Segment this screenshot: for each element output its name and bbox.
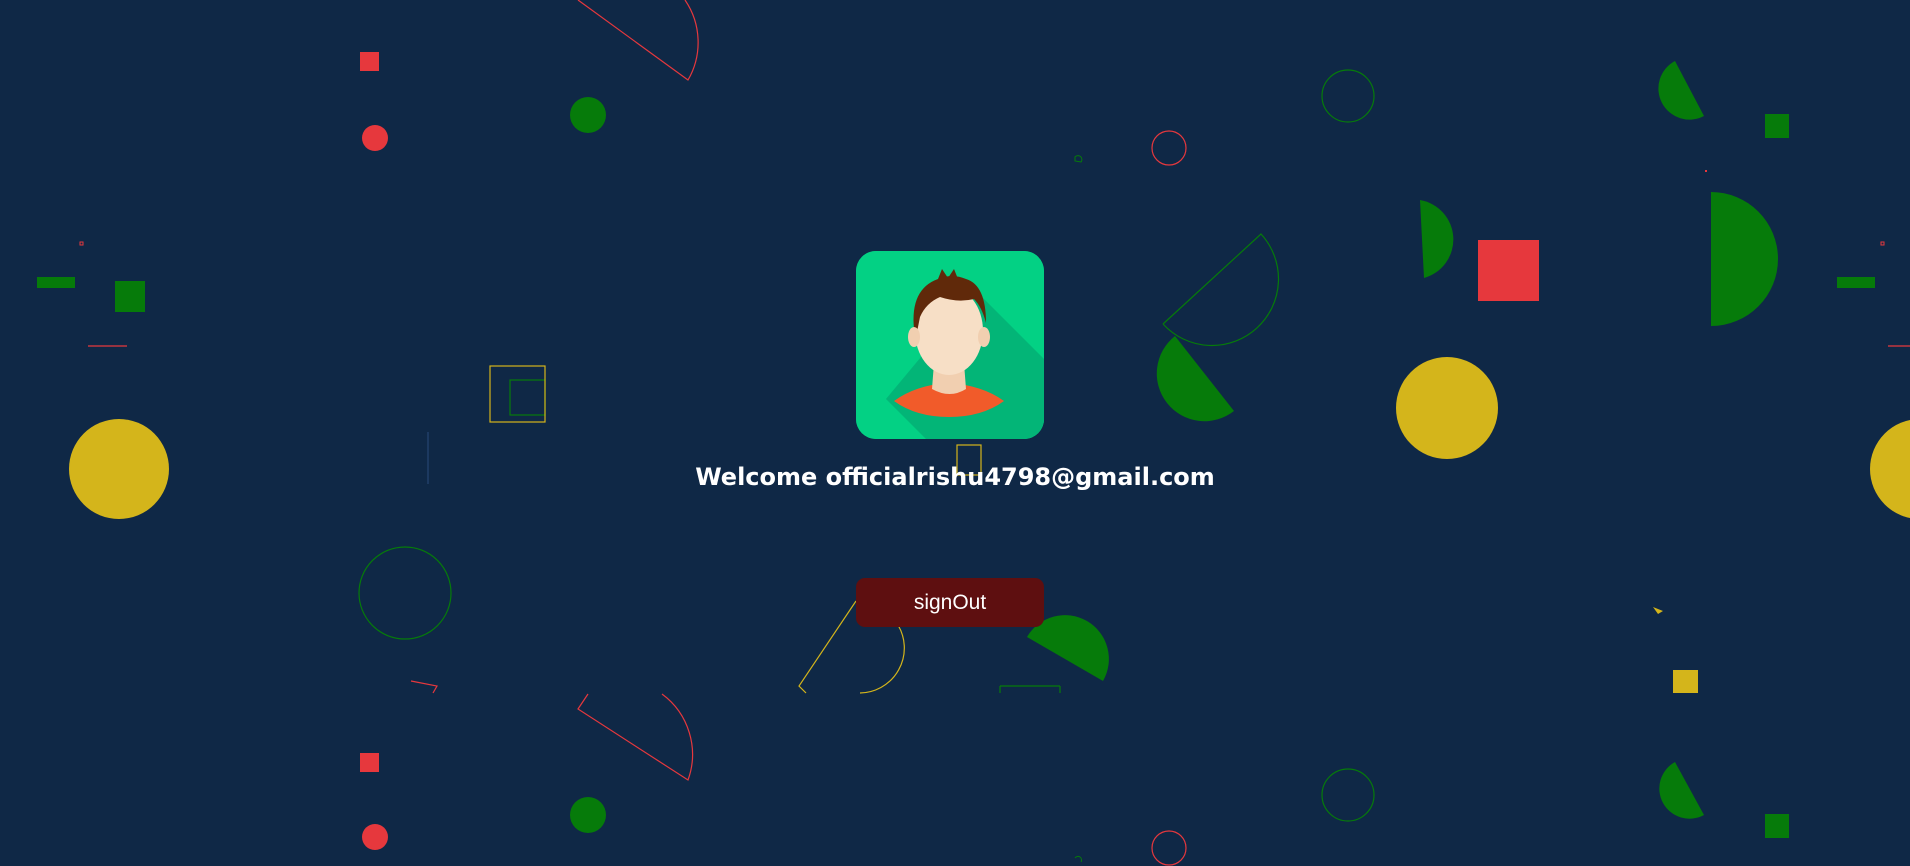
user-email: officialrishu4798@gmail.com	[825, 463, 1215, 491]
yellow-tiny-shape	[1653, 607, 1663, 614]
user-avatar-icon	[856, 251, 1044, 439]
green-ring-shape	[358, 546, 452, 640]
green-halfcircle-shape	[1420, 200, 1454, 278]
green-arc-shape	[1162, 233, 1280, 347]
green-wedge-shape	[1156, 336, 1234, 422]
yellow-square-shape	[1673, 670, 1698, 693]
green-wedge-shape	[1659, 762, 1704, 819]
red-square-shape	[360, 753, 379, 772]
green-bar-shape	[1837, 277, 1875, 288]
green-outline-square-shape	[509, 379, 546, 416]
green-halfcircle-shape	[1711, 192, 1778, 326]
green-wedge-shape	[1658, 61, 1704, 120]
red-arc-shape	[577, 0, 699, 81]
red-dot-shape	[362, 824, 388, 850]
green-ring-shape	[1321, 69, 1375, 123]
yellow-outline-square-shape	[489, 365, 546, 423]
red-ring-shape	[1151, 830, 1187, 866]
user-avatar	[856, 251, 1044, 439]
red-bracket-shape	[410, 680, 438, 694]
sign-out-button[interactable]: signOut	[856, 578, 1044, 627]
green-tiny-shape	[1074, 155, 1083, 163]
red-tiny-square-shape	[79, 241, 84, 246]
welcome-prefix: Welcome	[695, 463, 818, 491]
red-square-shape	[360, 52, 379, 71]
green-square-shape	[1765, 814, 1789, 838]
green-dot-shape	[570, 797, 606, 833]
red-arc-shape	[577, 693, 694, 781]
green-bar-shape	[37, 277, 75, 288]
red-dot-shape	[362, 125, 388, 151]
welcome-message: Welcome officialrishu4798@gmail.com	[0, 462, 1910, 492]
red-square-shape	[1478, 240, 1539, 301]
red-ring-shape	[1151, 130, 1187, 166]
green-square-shape	[1765, 114, 1789, 138]
red-tiny-square-shape	[1880, 241, 1885, 246]
red-dot-shape	[1705, 170, 1707, 172]
yellow-circle-shape	[1396, 357, 1498, 459]
page: Welcome officialrishu4798@gmail.com sign…	[0, 0, 1910, 866]
green-tiny-shape	[1074, 855, 1083, 863]
green-dot-shape	[570, 97, 606, 133]
green-square-shape	[115, 281, 145, 312]
green-ring-shape	[1321, 768, 1375, 822]
